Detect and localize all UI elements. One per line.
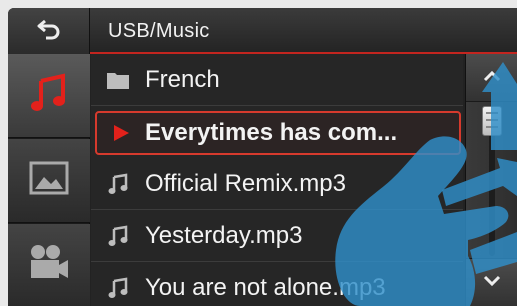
list-item-track[interactable]: Yesterday.mp3 bbox=[91, 210, 463, 262]
list-item-label: Yesterday.mp3 bbox=[145, 221, 303, 249]
music-note-icon bbox=[91, 173, 145, 195]
music-note-icon bbox=[91, 225, 145, 247]
file-list: French Everytimes has com... Official Re… bbox=[91, 54, 463, 306]
header-bar: USB/Music bbox=[8, 8, 517, 54]
chevron-down-icon bbox=[483, 274, 501, 292]
back-arrow-icon bbox=[36, 18, 62, 45]
list-item-label: Official Remix.mp3 bbox=[145, 169, 346, 197]
list-item-folder[interactable]: French bbox=[91, 54, 463, 106]
picture-icon bbox=[29, 161, 69, 200]
scrollbar[interactable] bbox=[465, 54, 517, 306]
music-note-icon bbox=[27, 71, 71, 120]
list-item-track[interactable]: Official Remix.mp3 bbox=[91, 158, 463, 210]
music-note-icon bbox=[91, 277, 145, 299]
list-item-now-playing[interactable]: Everytimes has com... bbox=[95, 111, 461, 155]
tab-video[interactable] bbox=[8, 224, 90, 306]
tab-pictures[interactable] bbox=[8, 139, 90, 223]
video-camera-icon bbox=[27, 243, 71, 288]
current-path: USB/Music bbox=[108, 20, 210, 42]
tab-music[interactable] bbox=[8, 54, 90, 138]
chevron-up-icon bbox=[483, 69, 501, 87]
play-icon bbox=[97, 123, 145, 143]
media-type-sidebar bbox=[8, 54, 90, 306]
music-browser-screen: USB/Music French Everytimes has com... O… bbox=[8, 8, 517, 306]
list-item-label: French bbox=[145, 65, 220, 93]
list-item-track[interactable]: You are not alone.mp3 bbox=[91, 262, 463, 306]
back-button[interactable] bbox=[8, 8, 90, 54]
folder-icon bbox=[91, 70, 145, 90]
scroll-up-button[interactable] bbox=[466, 54, 517, 102]
list-item-label: You are not alone.mp3 bbox=[145, 273, 386, 301]
list-item-label: Everytimes has com... bbox=[145, 119, 398, 146]
scroll-down-button[interactable] bbox=[466, 258, 517, 306]
scroll-thumb[interactable] bbox=[482, 106, 502, 136]
